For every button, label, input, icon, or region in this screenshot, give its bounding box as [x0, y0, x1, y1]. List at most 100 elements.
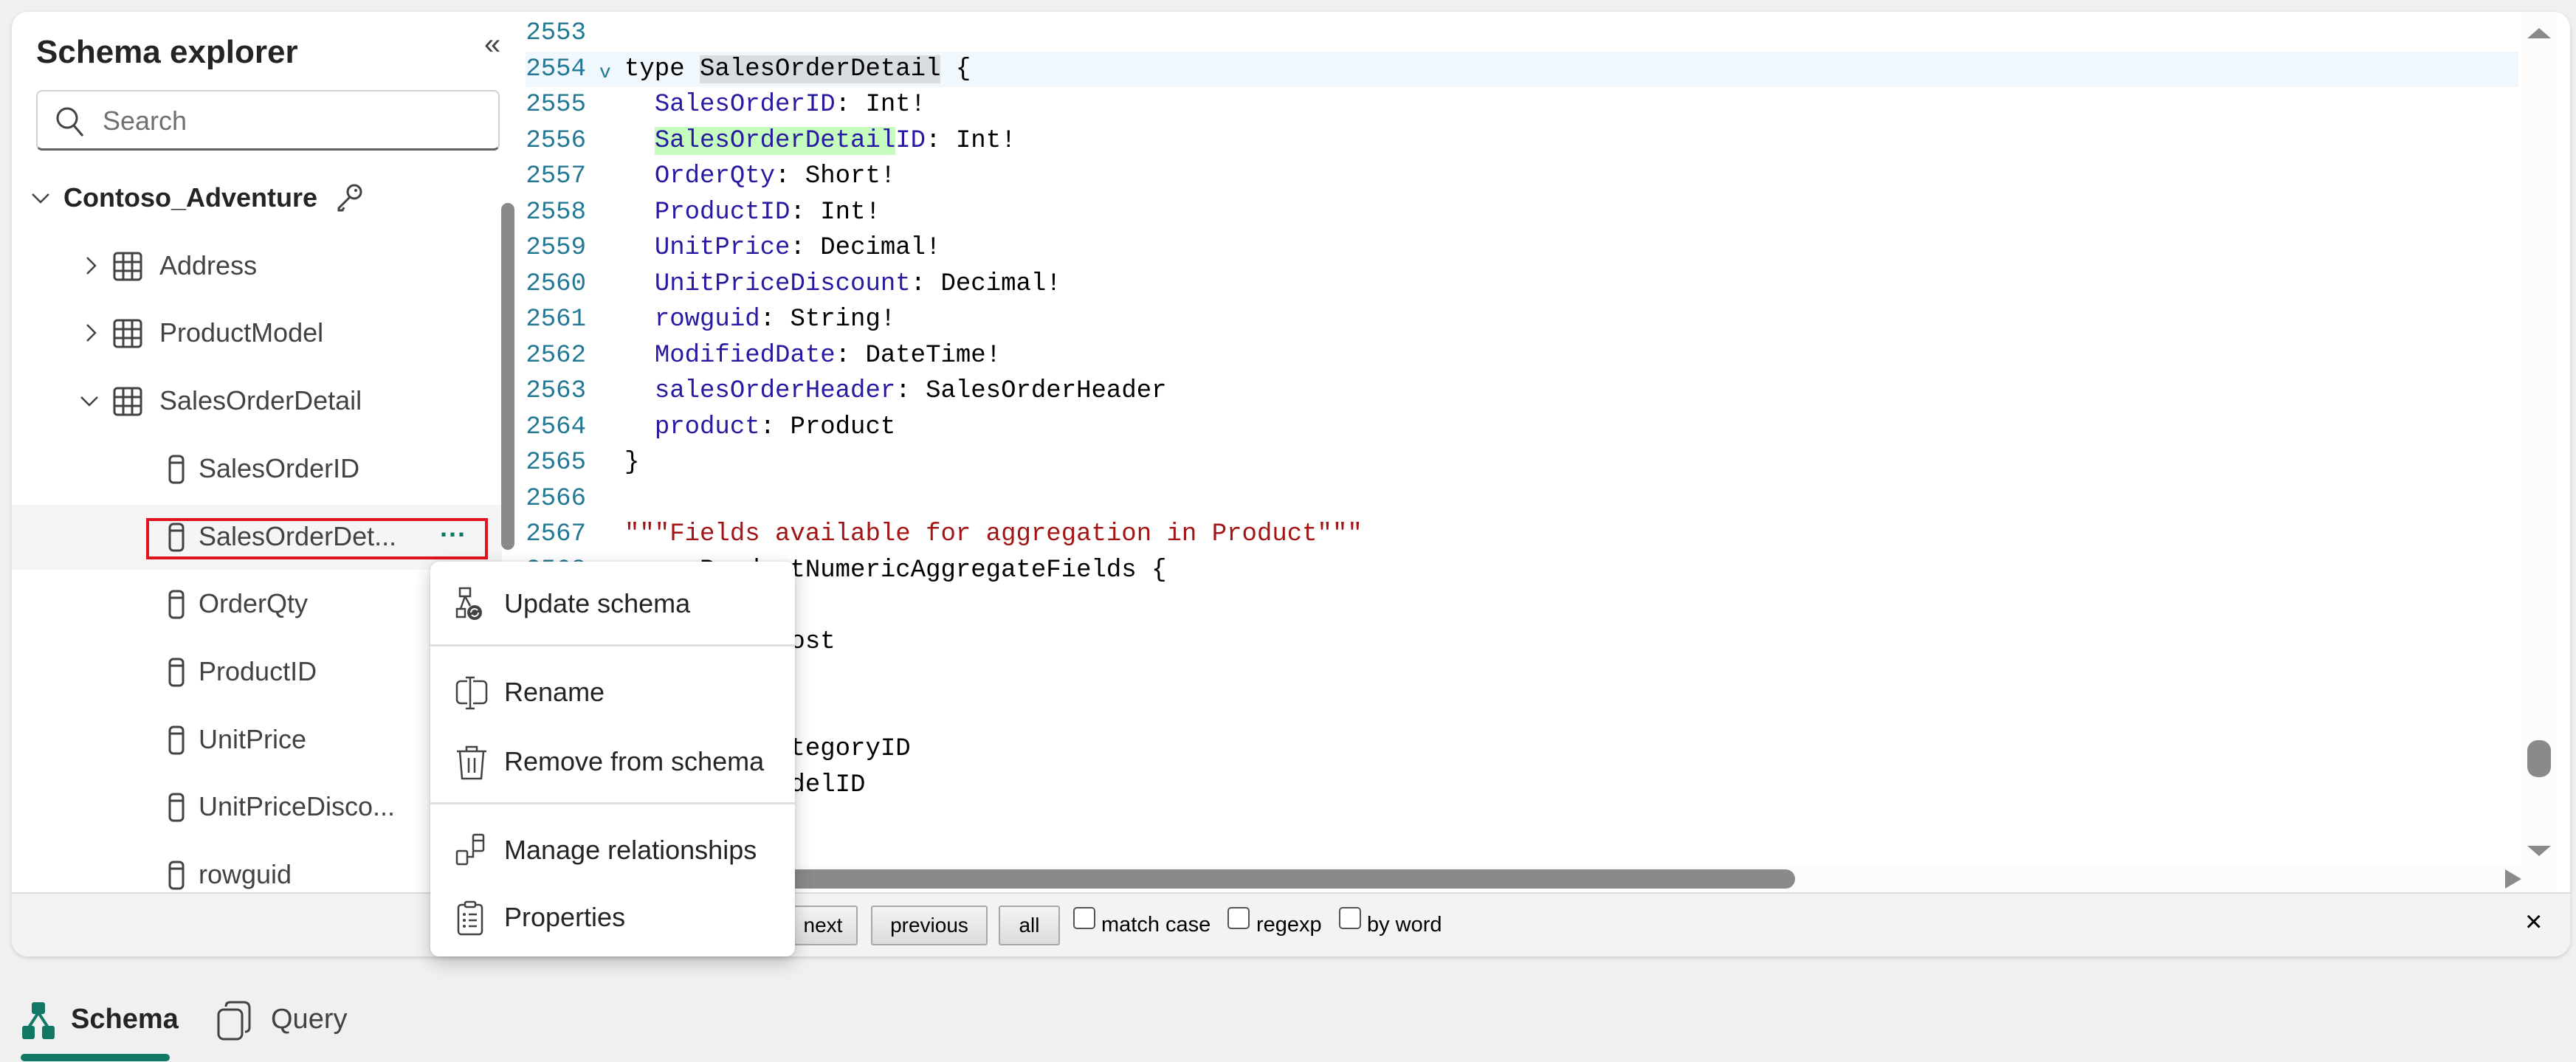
line-number: 2559 [526, 234, 586, 262]
editor-horizontal-scrollbar[interactable] [526, 865, 2521, 893]
query-icon [217, 1001, 251, 1041]
line-number: 2561 [526, 306, 586, 334]
tree-item[interactable]: Address [12, 234, 502, 299]
by-word-label: by word [1367, 913, 1442, 937]
menu-item-manage-relationships[interactable]: Manage relationships [430, 820, 795, 879]
tab-schema[interactable]: Schema [21, 998, 179, 1061]
code-token: } [624, 449, 640, 477]
code-text: SalesOrderID: Int! [624, 87, 926, 123]
tree-item-label: rowguid [199, 859, 292, 889]
tree-item[interactable]: ProductModel [12, 301, 502, 366]
menu-item-remove-from-schema[interactable]: Remove from schema [430, 731, 795, 790]
highlight-box [146, 517, 488, 559]
tab-label: Query [271, 1004, 348, 1035]
code-text: salesOrderHeader: SalesOrderHeader [624, 373, 1167, 409]
menu-item-rename[interactable]: Rename [430, 662, 795, 721]
menu-item-label: Manage relationships [504, 835, 757, 865]
update-schema-icon [455, 587, 482, 620]
match-case-label: match case [1101, 913, 1211, 937]
code-token: UnitPriceDiscount [654, 269, 911, 298]
tree-item[interactable]: UnitPriceDisco... [12, 775, 502, 840]
active-tab-indicator [21, 1054, 170, 1061]
tree-item[interactable]: Contoso_Adventure [12, 166, 502, 231]
code-line: 2553 [526, 15, 2518, 51]
line-number: 2553 [526, 19, 586, 47]
menu-item-label: Rename [504, 677, 605, 707]
code-line: 2556 SalesOrderDetailID: Int! [526, 123, 2518, 159]
code-line: 2561 rowguid: String! [526, 302, 2518, 337]
code-text: UnitPrice: Decimal! [624, 230, 941, 266]
find-all-button[interactable]: all [999, 906, 1060, 945]
tree-item[interactable]: SalesOrderDetail [12, 369, 502, 434]
scroll-up-arrow-icon[interactable] [2527, 27, 2551, 40]
code-line: 2554 v type SalesOrderDetail { [526, 51, 2518, 90]
more-options-icon[interactable]: ... [440, 512, 466, 543]
code-token: ModifiedDate [654, 341, 836, 370]
code-token: : Short! [775, 162, 896, 190]
fold-chevron-icon[interactable]: v [599, 55, 611, 90]
code-line: 2565} [526, 445, 2518, 480]
code-editor[interactable]: 2553 2554 v type SalesOrderDetail {2555 Sal… [526, 12, 2570, 892]
code-token: : Int! [926, 126, 1016, 155]
tree-item[interactable]: SalesOrderID [12, 437, 502, 502]
double-chevron-left-icon[interactable]: « [484, 28, 500, 61]
code-token: UnitPrice [654, 234, 791, 262]
menu-separator [430, 802, 795, 804]
tab-query[interactable]: Query [217, 998, 365, 1042]
tree-item[interactable]: ProductID [12, 640, 502, 705]
menu-item-update-schema[interactable]: Update schema [430, 573, 795, 632]
code-line: 2560 UnitPriceDiscount: Decimal! [526, 266, 2518, 302]
search-input[interactable] [101, 102, 488, 140]
code-token: : Product [760, 413, 896, 441]
sidebar-title: Schema explorer [36, 34, 298, 70]
find-bar: next previous all match case regexp by w… [12, 892, 2570, 956]
match-case-checkbox[interactable] [1073, 907, 1095, 929]
menu-separator [430, 644, 795, 646]
code-token: type [624, 55, 700, 83]
code-text: ModifiedDate: DateTime! [624, 338, 1001, 373]
tree-item-label: SalesOrderDetail [159, 385, 362, 416]
tree-item[interactable]: UnitPrice [12, 708, 502, 773]
tree-item-label: UnitPriceDisco... [199, 791, 396, 822]
menu-item-label: Properties [504, 902, 626, 932]
scroll-right-arrow-icon[interactable] [2504, 869, 2521, 889]
close-icon[interactable]: × [2525, 906, 2542, 939]
line-number: 2556 [526, 126, 586, 155]
code-line: 2558 ProductID: Int! [526, 195, 2518, 230]
sidebar-scrollbar[interactable] [501, 203, 514, 550]
code-text: } [624, 445, 639, 480]
by-word-checkbox[interactable] [1339, 907, 1361, 929]
tab-label: Schema [71, 1004, 179, 1035]
code-token: SalesOrderDetail [700, 55, 941, 83]
menu-item-label: Update schema [504, 588, 691, 618]
code-text: UnitPriceDiscount: Decimal! [624, 266, 1061, 302]
code-token: : Decimal! [910, 269, 1061, 298]
search-box[interactable] [36, 90, 500, 151]
menu-item-properties[interactable]: Properties [430, 887, 795, 946]
scroll-down-arrow-icon[interactable] [2527, 844, 2551, 858]
code-text: ProductID: Int! [624, 195, 881, 230]
code-line: 2564 product: Product [526, 410, 2518, 445]
line-number: 2565 [526, 449, 586, 477]
find-next-button[interactable]: next [788, 906, 858, 945]
vertical-scroll-thumb[interactable] [2527, 740, 2551, 777]
schema-explorer-panel: Schema explorer « Contoso_Adventure Addre… [12, 12, 2570, 956]
tree-item[interactable]: OrderQty [12, 572, 502, 637]
properties-icon [457, 900, 483, 936]
find-previous-button[interactable]: previous [871, 906, 988, 945]
code-text: type SalesOrderDetail { [624, 52, 971, 87]
code-token: """Fields available for aggregation in P… [624, 520, 1363, 548]
line-number: 2567 [526, 520, 586, 548]
regexp-checkbox[interactable] [1227, 907, 1250, 929]
editor-vertical-scrollbar[interactable] [2521, 12, 2557, 892]
code-line: 2562 ModifiedDate: DateTime! [526, 338, 2518, 373]
schema-icon [22, 1002, 55, 1039]
search-icon [56, 107, 84, 137]
tree-item-label: OrderQty [199, 588, 309, 619]
